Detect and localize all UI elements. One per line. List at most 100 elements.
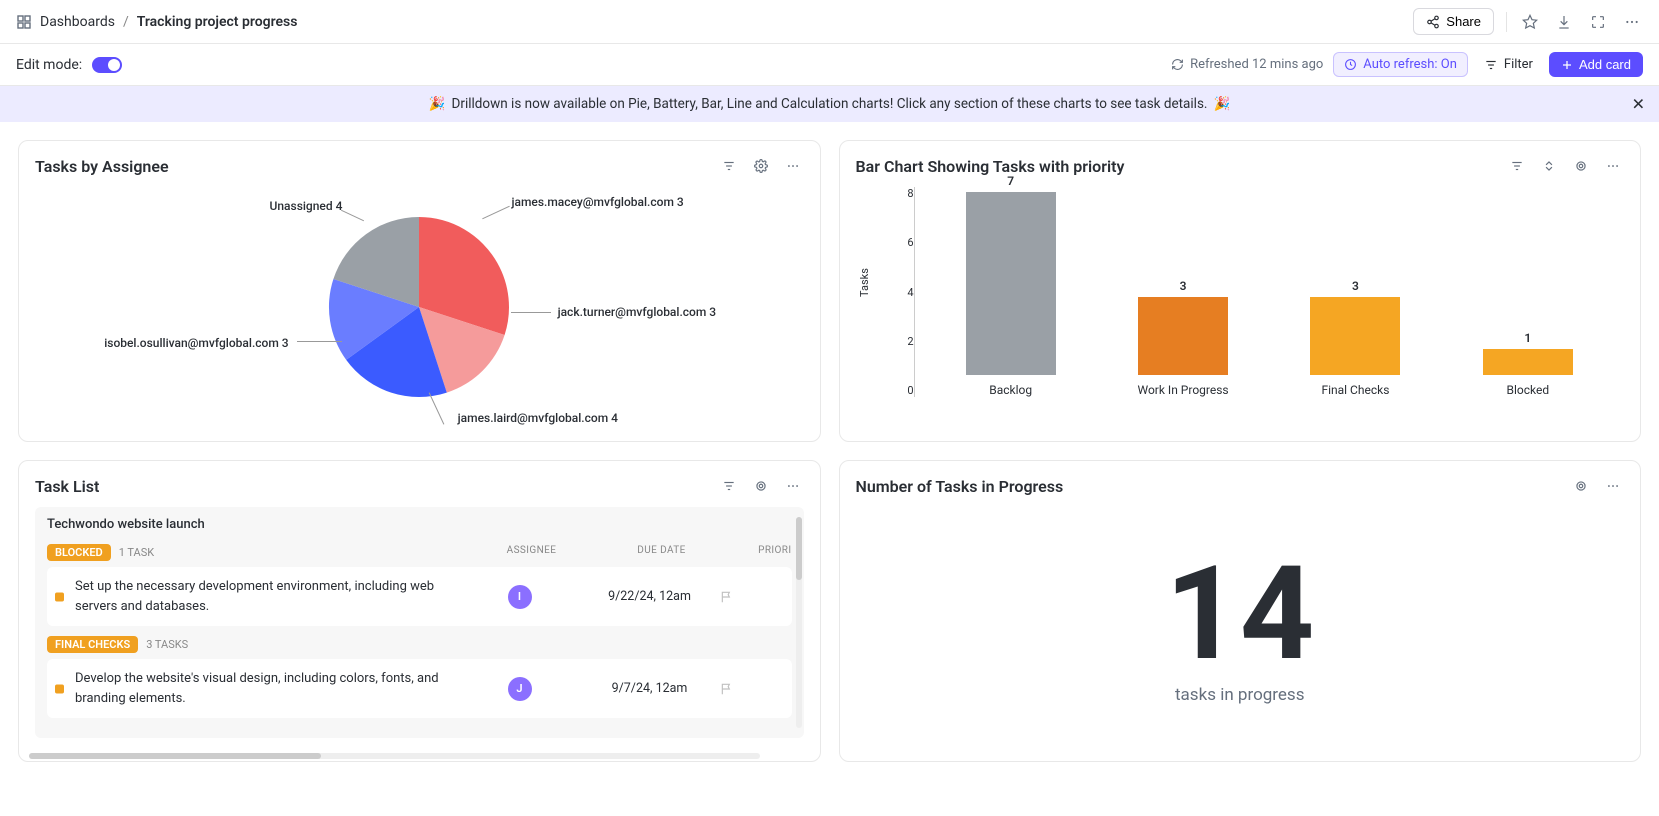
avatar[interactable]: J bbox=[508, 677, 532, 701]
task-due: 9/22/24, 12am bbox=[580, 589, 720, 604]
priority-flag-icon[interactable] bbox=[720, 590, 780, 604]
col-due: DUE DATE bbox=[592, 545, 732, 556]
pie-label: Unassigned 4 bbox=[270, 199, 343, 213]
task-desc: Set up the necessary development environ… bbox=[75, 577, 460, 616]
share-label: Share bbox=[1446, 14, 1481, 29]
pie-leader-line bbox=[297, 341, 342, 342]
scrollbar-horizontal[interactable] bbox=[29, 753, 760, 759]
card-title: Number of Tasks in Progress bbox=[856, 477, 1064, 496]
topbar: Dashboards / Tracking project progress S… bbox=[0, 0, 1659, 44]
priority-flag-icon[interactable] bbox=[720, 682, 780, 696]
add-card-button[interactable]: Add card bbox=[1549, 52, 1643, 77]
breadcrumb: Dashboards / Tracking project progress bbox=[16, 14, 297, 30]
info-banner: 🎉 Drilldown is now available on Pie, Bat… bbox=[0, 86, 1659, 122]
card-more-button[interactable] bbox=[1602, 475, 1624, 497]
bar-chart[interactable]: Tasks 8 6 4 2 0 7 Backlog 3 Work In Prog… bbox=[856, 187, 1625, 427]
banner-close-button[interactable]: ✕ bbox=[1632, 95, 1645, 114]
refresh-icon bbox=[1171, 58, 1184, 71]
bar-value: 3 bbox=[1352, 279, 1359, 293]
pie-label: jack.turner@mvfglobal.com 3 bbox=[558, 305, 717, 319]
card-settings-button[interactable] bbox=[750, 155, 772, 177]
filter-icon bbox=[1484, 58, 1498, 72]
bar-final[interactable]: 3 bbox=[1310, 297, 1400, 375]
star-button[interactable] bbox=[1519, 11, 1541, 33]
editbar: Edit mode: Refreshed 12 mins ago Auto re… bbox=[0, 44, 1659, 86]
share-icon bbox=[1426, 15, 1440, 29]
card-filter-button[interactable] bbox=[718, 155, 740, 177]
project-name[interactable]: Techwondo website launch bbox=[47, 517, 792, 532]
card-sort-button[interactable] bbox=[1538, 155, 1560, 177]
bar-blocked[interactable]: 1 bbox=[1483, 349, 1573, 375]
task-desc: Develop the website's visual design, inc… bbox=[75, 669, 460, 708]
avatar[interactable]: I bbox=[508, 585, 532, 609]
bar-value: 3 bbox=[1180, 279, 1187, 293]
card-title: Tasks by Assignee bbox=[35, 157, 169, 176]
breadcrumb-current[interactable]: Tracking project progress bbox=[137, 14, 298, 30]
bar-backlog[interactable]: 7 bbox=[966, 192, 1056, 375]
status-badge: FINAL CHECKS bbox=[47, 636, 138, 653]
task-row[interactable]: Develop the website's visual design, inc… bbox=[47, 659, 792, 718]
bignum-value: 14 bbox=[1165, 549, 1314, 679]
bar-ylabel: Tasks bbox=[858, 268, 871, 297]
editmode-label: Edit mode: bbox=[16, 57, 82, 73]
bar-xlabel: Blocked bbox=[1507, 383, 1550, 397]
banner-text: Drilldown is now available on Pie, Batte… bbox=[452, 96, 1208, 112]
card-settings-button[interactable] bbox=[1570, 155, 1592, 177]
y-tick: 2 bbox=[890, 335, 914, 348]
col-assignee: ASSIGNEE bbox=[472, 545, 592, 556]
breadcrumb-root[interactable]: Dashboards bbox=[40, 14, 115, 30]
bar-plot: 7 Backlog 3 Work In Progress 3 Final Che… bbox=[914, 187, 1625, 397]
dashboard-grid: Tasks by Assignee james.macey@mvfglobal.… bbox=[0, 122, 1659, 780]
plus-icon bbox=[1561, 59, 1573, 71]
group-header-blocked[interactable]: BLOCKED 1 TASK ASSIGNEE DUE DATE PRIORI bbox=[47, 544, 792, 561]
status-badge: BLOCKED bbox=[47, 544, 111, 561]
filter-button[interactable]: Filter bbox=[1478, 53, 1539, 76]
pie-label: james.macey@mvfglobal.com 3 bbox=[511, 195, 683, 209]
clock-icon bbox=[1344, 58, 1357, 71]
y-tick: 6 bbox=[890, 236, 914, 249]
refreshed-text: Refreshed 12 mins ago bbox=[1190, 57, 1323, 72]
card-settings-button[interactable] bbox=[1570, 475, 1592, 497]
status-square-icon bbox=[55, 684, 64, 693]
download-button[interactable] bbox=[1553, 11, 1575, 33]
task-row[interactable]: Set up the necessary development environ… bbox=[47, 567, 792, 626]
card-more-button[interactable] bbox=[782, 475, 804, 497]
card-title: Bar Chart Showing Tasks with priority bbox=[856, 157, 1125, 176]
card-bar-priority: Bar Chart Showing Tasks with priority Ta… bbox=[839, 140, 1642, 442]
card-more-button[interactable] bbox=[1602, 155, 1624, 177]
share-button[interactable]: Share bbox=[1413, 8, 1494, 35]
group-header-final[interactable]: FINAL CHECKS 3 TASKS bbox=[47, 636, 792, 653]
bignum-label: tasks in progress bbox=[1175, 685, 1304, 705]
bar-xlabel: Backlog bbox=[989, 383, 1032, 397]
card-title: Task List bbox=[35, 477, 99, 496]
autorefresh-button[interactable]: Auto refresh: On bbox=[1333, 52, 1468, 77]
bar-value: 7 bbox=[1007, 174, 1014, 188]
more-button[interactable] bbox=[1621, 11, 1643, 33]
card-filter-button[interactable] bbox=[1506, 155, 1528, 177]
col-priority: PRIORI bbox=[732, 545, 792, 556]
bar-xlabel: Work In Progress bbox=[1138, 383, 1229, 397]
y-tick: 0 bbox=[890, 384, 914, 397]
breadcrumb-separator: / bbox=[123, 14, 129, 30]
group-count: 1 TASK bbox=[119, 546, 154, 559]
task-due: 9/7/24, 12am bbox=[580, 681, 720, 696]
refreshed-status[interactable]: Refreshed 12 mins ago bbox=[1171, 57, 1323, 72]
card-filter-button[interactable] bbox=[718, 475, 740, 497]
expand-button[interactable] bbox=[1587, 11, 1609, 33]
separator bbox=[1506, 12, 1507, 32]
card-more-button[interactable] bbox=[782, 155, 804, 177]
status-square-icon bbox=[55, 592, 64, 601]
tasklist-body: Techwondo website launch BLOCKED 1 TASK … bbox=[35, 507, 804, 738]
autorefresh-label: Auto refresh: On bbox=[1363, 57, 1457, 72]
editmode-toggle[interactable] bbox=[92, 57, 122, 73]
filter-label: Filter bbox=[1504, 57, 1533, 72]
bignum-area: 14 tasks in progress bbox=[856, 507, 1625, 747]
card-settings-button[interactable] bbox=[750, 475, 772, 497]
bar-value: 1 bbox=[1524, 331, 1531, 345]
scrollbar-vertical[interactable] bbox=[796, 517, 802, 728]
pie-leader-line bbox=[511, 312, 551, 313]
pie-label: isobel.osullivan@mvfglobal.com 3 bbox=[104, 336, 288, 350]
bar-wip[interactable]: 3 bbox=[1138, 297, 1228, 375]
pie-chart[interactable]: james.macey@mvfglobal.com 3 jack.turner@… bbox=[35, 187, 804, 427]
bar-xlabel: Final Checks bbox=[1321, 383, 1389, 397]
